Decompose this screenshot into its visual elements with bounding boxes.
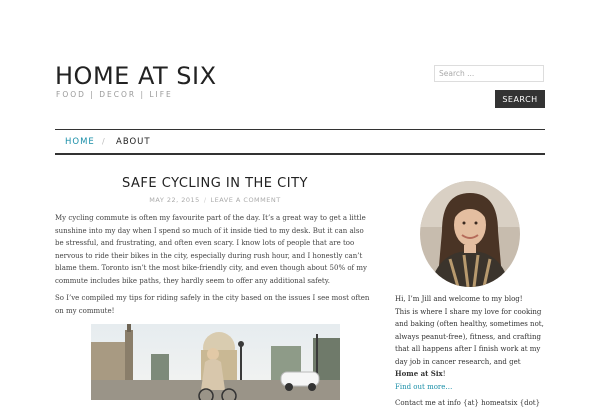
sidebar-bio: Hi, I’m Jill and welcome to my blog! Thi… (395, 293, 545, 410)
site-title[interactable]: HOME AT SIX (55, 62, 217, 90)
post-paragraph: So I’ve compiled my tips for riding safe… (55, 294, 370, 315)
post-featured-image (91, 324, 340, 400)
author-avatar (420, 181, 520, 287)
author-portrait-photo (420, 181, 520, 287)
search-input[interactable] (434, 65, 544, 82)
post-paragraph: My cycling commute is often my favourite… (55, 214, 367, 285)
post-title[interactable]: SAFE CYCLING IN THE CITY (55, 176, 375, 191)
find-out-more-link[interactable]: Find out more… (395, 381, 545, 394)
bio-end: ! (442, 370, 446, 378)
contact-text: Contact me at info {at} homeatsix {dot} (395, 399, 541, 407)
bio-site-name: Home at Six (395, 369, 443, 378)
nav-item-about[interactable]: ABOUT (116, 137, 151, 147)
post-content: My cycling commute is often my favourite… (55, 212, 371, 322)
bio-text: This is where I share my love for cookin… (395, 306, 545, 381)
leave-comment-link[interactable]: LEAVE A COMMENT (211, 196, 281, 204)
post-date[interactable]: MAY 22, 2015 (149, 196, 200, 204)
site-tagline: FOOD | DECOR | LIFE (56, 90, 173, 99)
nav-item-home[interactable]: HOME (65, 137, 95, 147)
main-navigation: HOME / ABOUT (55, 129, 545, 155)
nav-separator: / (102, 137, 106, 146)
bio-greeting: Hi, I’m Jill and welcome to my blog! (395, 295, 523, 303)
meta-separator: / (203, 196, 207, 204)
bio-description: This is where I share my love for cookin… (395, 307, 544, 366)
search-button[interactable]: SEARCH (495, 90, 545, 108)
post-meta: MAY 22, 2015/ LEAVE A COMMENT (55, 196, 375, 204)
cyclist-city-photo (91, 324, 340, 400)
